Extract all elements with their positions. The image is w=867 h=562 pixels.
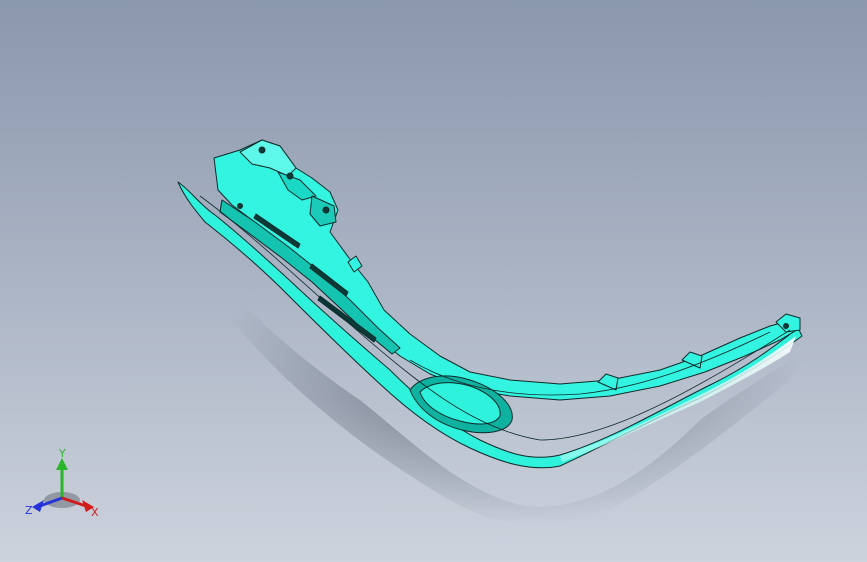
view-orientation-triad: Y X Z [25, 448, 99, 519]
graphics-viewport[interactable] [0, 0, 867, 562]
x-axis-label: X [91, 506, 99, 519]
z-axis-label: Z [25, 504, 33, 517]
y-axis-arrow [56, 458, 68, 498]
y-axis-label: Y [58, 448, 66, 460]
